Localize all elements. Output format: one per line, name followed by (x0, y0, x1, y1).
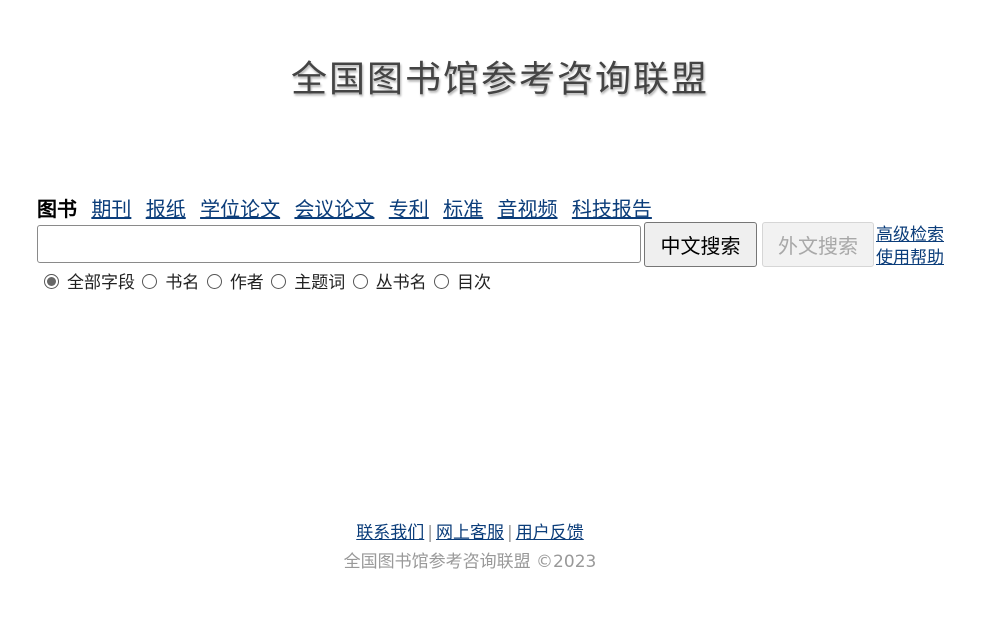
field-option-label: 作者 (229, 273, 264, 293)
radio-button[interactable] (44, 274, 59, 289)
radio-button[interactable] (206, 274, 222, 289)
search-side-links: 高级检索 使用帮助 (876, 224, 944, 270)
site-logo: 全国图书馆参考咨询联盟 (290, 59, 709, 100)
field-option-label: 主题词 (294, 273, 346, 293)
footer-separator: | (507, 523, 513, 543)
field-option-all[interactable]: 全部字段 (44, 268, 135, 293)
tab-newspapers[interactable]: 报纸 (146, 197, 186, 221)
tab-theses[interactable]: 学位论文 (200, 197, 280, 221)
copyright-text: 全国图书馆参考咨询联盟 ©2023 (343, 552, 597, 572)
help-link[interactable]: 使用帮助 (876, 247, 944, 270)
footer: 联系我们 | 网上客服 | 用户反馈 全国图书馆参考咨询联盟 ©2023 (0, 518, 940, 572)
tab-audio-video[interactable]: 音视频 (498, 197, 558, 221)
search-field-options: 全部字段 书名 作者 主题词 丛书名 目次 (44, 268, 493, 293)
footer-links: 联系我们 | 网上客服 | 用户反馈 (0, 518, 940, 543)
tab-journals[interactable]: 期刊 (91, 197, 131, 221)
field-option-author[interactable]: 作者 (206, 268, 264, 293)
advanced-search-link[interactable]: 高级检索 (876, 224, 944, 247)
search-input[interactable] (37, 225, 641, 263)
tab-books[interactable]: 图书 (37, 197, 77, 221)
channel-tabs: 图书 期刊 报纸 学位论文 会议论文 专利 标准 音视频 科技报告 (37, 193, 660, 222)
tab-tech-reports[interactable]: 科技报告 (572, 197, 652, 221)
field-option-title[interactable]: 书名 (142, 268, 199, 293)
tab-patents[interactable]: 专利 (389, 197, 429, 221)
contact-us-link[interactable]: 联系我们 (356, 523, 424, 543)
field-option-label: 丛书名 (375, 273, 427, 293)
field-option-contents[interactable]: 目次 (434, 268, 491, 293)
field-option-label: 书名 (165, 273, 200, 293)
tab-conference-papers[interactable]: 会议论文 (294, 197, 374, 221)
page: 全国图书馆参考咨询联盟 图书 期刊 报纸 学位论文 会议论文 专利 标准 音视频… (0, 0, 985, 625)
radio-button[interactable] (142, 274, 158, 289)
chinese-search-button[interactable]: 中文搜索 (644, 222, 757, 267)
online-service-link[interactable]: 网上客服 (436, 523, 504, 543)
radio-button[interactable] (271, 274, 287, 289)
foreign-search-button[interactable]: 外文搜索 (762, 222, 874, 267)
radio-button[interactable] (434, 274, 450, 289)
field-option-label: 目次 (457, 273, 492, 293)
field-option-subject[interactable]: 主题词 (271, 268, 345, 293)
footer-separator: | (427, 523, 433, 543)
user-feedback-link[interactable]: 用户反馈 (516, 523, 584, 543)
field-option-series[interactable]: 丛书名 (352, 268, 427, 293)
field-option-label: 全部字段 (67, 273, 135, 293)
radio-button[interactable] (352, 274, 368, 289)
tab-standards[interactable]: 标准 (443, 197, 483, 221)
